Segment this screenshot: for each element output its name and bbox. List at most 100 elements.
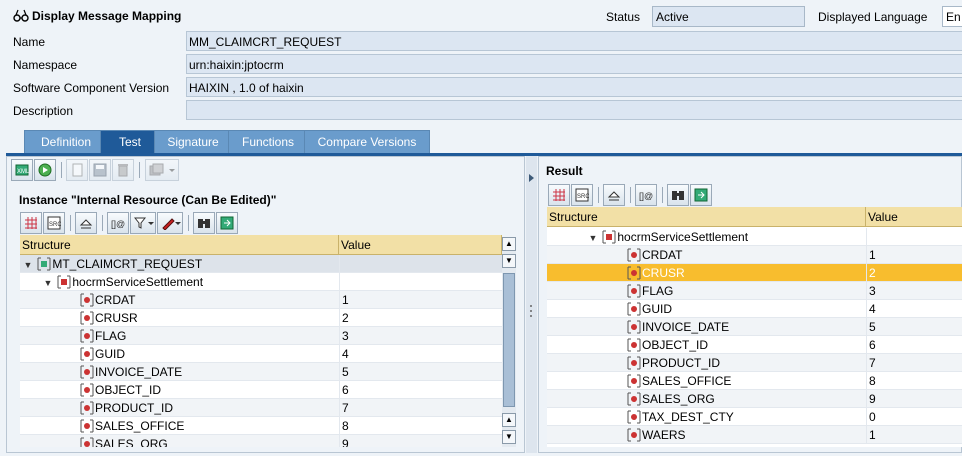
node-value[interactable] — [339, 273, 502, 291]
copy-menu-button[interactable] — [145, 159, 179, 181]
scroll-bottom-button[interactable]: ▼ — [502, 430, 516, 444]
toolbar-separator — [630, 187, 631, 203]
panel-splitter[interactable] — [526, 156, 537, 453]
scroll-down-button[interactable]: ▼ — [502, 254, 516, 268]
tree-node: CRUSR — [20, 309, 138, 327]
tree-node: CRUSR — [547, 264, 685, 282]
node-value[interactable]: 5 — [339, 363, 502, 381]
node-value[interactable]: 4 — [339, 345, 502, 363]
collapse-button[interactable] — [603, 184, 625, 206]
tree-row[interactable]: CRDAT 1 — [547, 246, 962, 264]
node-value: 4 — [866, 300, 962, 318]
scroll-thumb[interactable] — [503, 273, 515, 407]
tree-row-selected[interactable]: CRUSR 2 — [547, 264, 962, 282]
node-label: GUID — [642, 302, 672, 316]
node-value[interactable]: 2 — [339, 309, 502, 327]
result-grid-header: Structure Value — [547, 207, 962, 227]
tree-row[interactable]: CRDAT 1 — [20, 291, 502, 309]
source-view-button[interactable]: SRC — [571, 184, 593, 206]
instance-title: Instance "Internal Resource (Can Be Edit… — [19, 193, 277, 207]
scroll-up-button[interactable]: ▲ — [502, 413, 516, 427]
node-label: CRDAT — [642, 248, 683, 262]
node-value[interactable]: 8 — [339, 417, 502, 435]
instance-vertical-scrollbar[interactable]: ▲ ▼ ▲ ▼ — [502, 237, 516, 447]
glasses-icon — [13, 9, 29, 22]
new-button[interactable] — [66, 159, 88, 181]
tab-functions[interactable]: Functions — [228, 130, 308, 154]
node-label: SALES_OFFICE — [95, 419, 185, 433]
find-next-button[interactable] — [690, 184, 712, 206]
delete-button[interactable] — [112, 159, 134, 181]
node-value[interactable]: 6 — [339, 381, 502, 399]
language-field[interactable]: En — [942, 6, 962, 27]
tree-row[interactable]: TAX_DEST_CTY 0 — [547, 408, 962, 426]
expand-arrow-icon[interactable]: ▼ — [42, 278, 54, 288]
tree-row[interactable]: INVOICE_DATE 5 — [20, 363, 502, 381]
tree-row-settlement[interactable]: ▼ hocrmServiceSettlement — [20, 273, 502, 291]
find-next-button[interactable] — [216, 212, 238, 234]
find-button[interactable] — [667, 184, 689, 206]
collapse-button[interactable] — [75, 212, 97, 234]
tree-row[interactable]: WAERS 1 — [547, 426, 962, 444]
value-column-header[interactable]: Value — [339, 235, 502, 255]
tab-definition[interactable]: Definition — [24, 130, 108, 154]
tree-node: INVOICE_DATE — [547, 318, 729, 336]
status-field: Active — [652, 6, 805, 27]
node-label: FLAG — [642, 284, 674, 298]
node-value[interactable]: 7 — [339, 399, 502, 417]
attribute-button[interactable]: []@ — [107, 212, 129, 234]
tree-row[interactable]: CRUSR 2 — [20, 309, 502, 327]
tree-row[interactable]: PRODUCT_ID 7 — [547, 354, 962, 372]
run-test-button[interactable] — [34, 159, 56, 181]
node-value[interactable]: 1 — [339, 291, 502, 309]
tab-test[interactable]: Test — [100, 130, 160, 154]
toolbar-separator — [70, 215, 71, 231]
find-button[interactable] — [193, 212, 215, 234]
node-value[interactable]: 3 — [339, 327, 502, 345]
filter-menu-button[interactable] — [130, 212, 156, 234]
tree-node: GUID — [547, 300, 672, 318]
node-value[interactable] — [339, 255, 502, 273]
tree-row[interactable]: OBJECT_ID 6 — [547, 336, 962, 354]
source-view-button[interactable]: SRC — [43, 212, 65, 234]
tree-row[interactable]: OBJECT_ID 6 — [20, 381, 502, 399]
tree-row[interactable]: GUID 4 — [20, 345, 502, 363]
node-label: MT_CLAIMCRT_REQUEST — [52, 257, 203, 271]
tree-row[interactable]: FLAG 3 — [20, 327, 502, 345]
tree-row[interactable]: GUID 4 — [547, 300, 962, 318]
tree-row[interactable]: SALES_ORG 9 — [547, 390, 962, 408]
field-node-icon — [80, 365, 94, 379]
attribute-button[interactable]: []@ — [635, 184, 657, 206]
toolbar-separator — [139, 162, 140, 178]
toolbar-separator — [662, 187, 663, 203]
tree-row[interactable]: SALES_ORG 9 — [20, 435, 502, 447]
value-column-header[interactable]: Value — [866, 207, 962, 227]
tree-row[interactable]: PRODUCT_ID 7 — [20, 399, 502, 417]
tree-row[interactable]: SALES_OFFICE 8 — [20, 417, 502, 435]
edit-menu-button[interactable] — [157, 212, 183, 234]
svg-text:[]@: []@ — [111, 219, 125, 229]
field-node-icon — [627, 302, 641, 316]
tree-row[interactable]: INVOICE_DATE 5 — [547, 318, 962, 336]
tab-signature[interactable]: Signature — [154, 130, 232, 154]
instance-tree-grid: Structure Value ▼ MT_CLAIMCRT_REQUEST ▼ … — [20, 235, 502, 447]
tree-row-root[interactable]: ▼ MT_CLAIMCRT_REQUEST — [20, 255, 502, 273]
structure-column-header[interactable]: Structure — [547, 207, 866, 227]
tree-row[interactable]: SALES_OFFICE 8 — [547, 372, 962, 390]
tab-compare-versions[interactable]: Compare Versions — [304, 130, 430, 154]
expand-arrow-icon[interactable]: ▼ — [22, 260, 34, 270]
tree-row-settlement[interactable]: ▼ hocrmServiceSettlement — [547, 228, 962, 246]
structure-column-header[interactable]: Structure — [20, 235, 339, 255]
node-label: hocrmServiceSettlement — [72, 275, 204, 289]
load-xml-button[interactable]: XML — [11, 159, 33, 181]
scroll-top-button[interactable]: ▲ — [502, 237, 516, 251]
node-value[interactable]: 9 — [339, 435, 502, 447]
table-view-button[interactable] — [548, 184, 570, 206]
field-node-icon — [627, 410, 641, 424]
svg-text:SRC: SRC — [577, 194, 589, 200]
expand-arrow-icon[interactable]: ▼ — [587, 233, 599, 243]
table-view-button[interactable] — [20, 212, 42, 234]
namespace-label: Namespace — [13, 58, 78, 72]
tree-row[interactable]: FLAG 3 — [547, 282, 962, 300]
save-button[interactable] — [89, 159, 111, 181]
